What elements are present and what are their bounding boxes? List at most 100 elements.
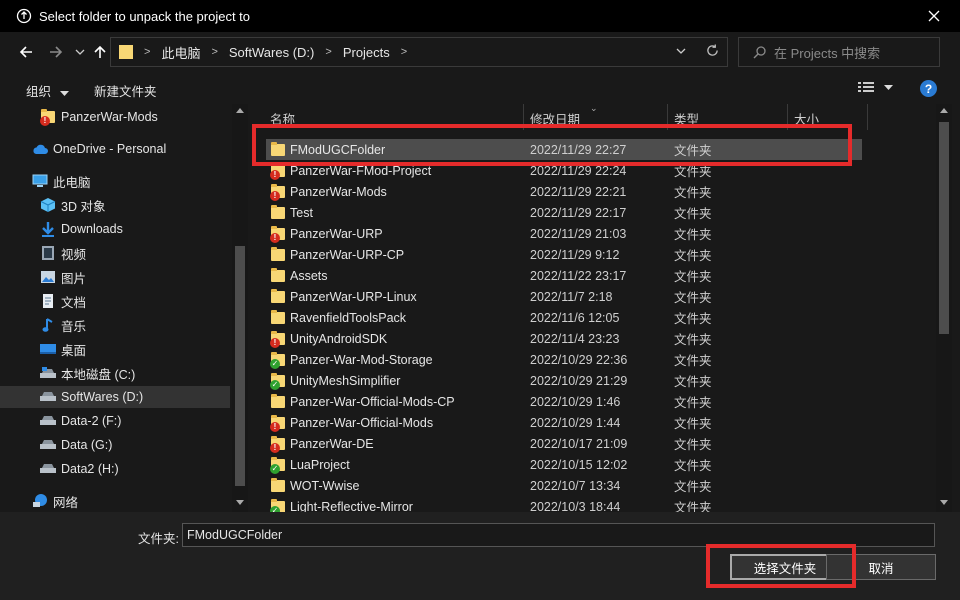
nav-scroll-thumb[interactable] xyxy=(235,246,245,486)
breadcrumb-separator-icon[interactable]: > xyxy=(325,46,331,58)
list-scrollbar[interactable] xyxy=(936,104,952,512)
file-date: 2022/10/7 13:34 xyxy=(530,478,621,493)
pictures-icon xyxy=(40,269,56,285)
table-row[interactable]: Panzer-War-Official-Mods-CP 2022/10/29 1:… xyxy=(266,391,862,412)
table-row[interactable]: PanzerWar-URP-Linux 2022/11/7 2:18 文件夹 xyxy=(266,286,862,307)
file-date: 2022/10/3 18:44 xyxy=(530,499,621,513)
back-icon[interactable] xyxy=(16,42,36,62)
organize-button[interactable]: 组织 xyxy=(26,81,69,100)
select-folder-button[interactable]: 选择文件夹 xyxy=(730,554,840,580)
nav-item-drive-f[interactable]: Data-2 (F:) xyxy=(0,410,230,432)
nav-item-music[interactable]: 音乐 xyxy=(0,314,230,336)
table-row[interactable]: ! PanzerWar-DE 2022/10/17 21:09 文件夹 xyxy=(266,433,862,454)
address-dropdown-icon[interactable] xyxy=(676,48,686,54)
folder-icon xyxy=(270,267,286,284)
scroll-down-icon[interactable] xyxy=(236,500,244,505)
nav-item-documents[interactable]: 文档 xyxy=(0,290,230,312)
file-date: 2022/10/29 1:44 xyxy=(530,415,621,430)
nav-item-network[interactable]: 网络 xyxy=(0,490,230,512)
scroll-down-icon[interactable] xyxy=(940,500,948,505)
table-row[interactable]: ! Panzer-War-Official-Mods 2022/10/29 1:44… xyxy=(266,412,862,433)
file-type: 文件夹 xyxy=(674,459,712,473)
table-row[interactable]: ! PanzerWar-URP 2022/11/29 21:03 文件夹 xyxy=(266,223,862,244)
nav-item-drive-h[interactable]: Data2 (H:) xyxy=(0,458,230,480)
breadcrumb-softwares[interactable]: SoftWares (D:) xyxy=(229,45,314,60)
file-name: FModUGCFolder xyxy=(290,142,386,157)
breadcrumb-projects[interactable]: Projects xyxy=(343,45,390,60)
table-row[interactable]: ✓ Panzer-War-Mod-Storage 2022/10/29 22:36 文… xyxy=(266,349,862,370)
table-row[interactable]: ✓ Light-Reflective-Mirror 2022/10/3 18:44 文… xyxy=(266,496,862,512)
table-row[interactable]: ! PanzerWar-FMod-Project 2022/11/29 22:24 文… xyxy=(266,160,862,181)
nav-item-drive-g[interactable]: Data (G:) xyxy=(0,434,230,456)
command-toolbar: 组织 新建文件夹 ? xyxy=(0,74,960,104)
nav-item-label: 此电脑 xyxy=(53,175,91,190)
table-row[interactable]: ! PanzerWar-Mods 2022/11/29 22:21 文件夹 xyxy=(266,181,862,202)
refresh-icon[interactable] xyxy=(706,44,719,57)
column-divider[interactable] xyxy=(787,104,788,130)
file-date: 2022/11/29 21:03 xyxy=(530,226,627,241)
table-row[interactable]: ! UnityAndroidSDK 2022/11/4 23:23 文件夹 xyxy=(266,328,862,349)
nav-item-drive-d[interactable]: SoftWares (D:) xyxy=(0,386,230,408)
nav-item-pictures[interactable]: 图片 xyxy=(0,266,230,288)
search-input[interactable]: 在 Projects 中搜索 xyxy=(738,37,940,67)
table-row[interactable]: WOT-Wwise 2022/10/7 13:34 文件夹 xyxy=(266,475,862,496)
breadcrumb-this-pc[interactable]: 此电脑 xyxy=(161,43,200,62)
folder-icon xyxy=(270,477,286,494)
nav-item-downloads[interactable]: Downloads xyxy=(0,218,230,240)
nav-item-panzerwar-mods[interactable]: ! PanzerWar-Mods xyxy=(0,106,230,128)
column-header-name[interactable]: 名称 xyxy=(270,109,295,128)
help-icon[interactable]: ? xyxy=(920,80,937,97)
file-type: 文件夹 xyxy=(674,207,712,221)
folder-warning-icon: ! xyxy=(270,414,286,432)
address-bar[interactable]: > 此电脑 > SoftWares (D:) > Projects > xyxy=(110,37,728,67)
file-type: 文件夹 xyxy=(674,165,712,179)
column-header-size[interactable]: 大小 xyxy=(794,109,819,128)
nav-item-onedrive[interactable]: OneDrive - Personal xyxy=(0,138,230,160)
breadcrumb-separator-icon[interactable]: > xyxy=(144,46,150,58)
scroll-up-icon[interactable] xyxy=(940,108,948,113)
up-icon[interactable] xyxy=(90,42,110,62)
folder-icon xyxy=(270,309,286,326)
recent-dropdown-icon[interactable] xyxy=(70,42,90,62)
file-name: PanzerWar-URP xyxy=(290,226,383,241)
table-row[interactable]: ✓ UnityMeshSimplifier 2022/10/29 21:29 文件夹 xyxy=(266,370,862,391)
view-options-button[interactable] xyxy=(858,81,893,93)
folder-warning-icon: ! xyxy=(270,330,286,348)
table-row[interactable]: Assets 2022/11/22 23:17 文件夹 xyxy=(266,265,862,286)
table-row[interactable]: PanzerWar-URP-CP 2022/11/29 9:12 文件夹 xyxy=(266,244,862,265)
nav-item-drive-c[interactable]: 本地磁盘 (C:) xyxy=(0,362,230,384)
new-folder-button[interactable]: 新建文件夹 xyxy=(94,81,157,100)
column-divider[interactable] xyxy=(667,104,668,130)
folder-icon xyxy=(270,288,286,305)
file-type: 文件夹 xyxy=(674,144,712,158)
column-header-type[interactable]: 类型 xyxy=(674,109,699,128)
folder-warning-icon: ! xyxy=(40,109,56,126)
column-divider[interactable] xyxy=(867,104,868,130)
column-divider[interactable] xyxy=(523,104,524,130)
file-type: 文件夹 xyxy=(674,501,712,512)
scroll-up-icon[interactable] xyxy=(236,108,244,113)
computer-icon xyxy=(32,173,48,189)
column-header-date[interactable]: 修改日期 xyxy=(530,109,580,128)
close-icon[interactable] xyxy=(924,6,944,26)
list-scroll-thumb[interactable] xyxy=(939,122,949,334)
breadcrumb-separator-icon[interactable]: > xyxy=(211,46,217,58)
nav-item-this-pc[interactable]: 此电脑 xyxy=(0,170,230,192)
folder-name-input[interactable] xyxy=(182,523,935,547)
file-date: 2022/11/29 22:21 xyxy=(530,184,627,199)
nav-item-desktop[interactable]: 桌面 xyxy=(0,338,230,360)
nav-item-3d-objects[interactable]: 3D 对象 xyxy=(0,194,230,216)
forward-icon[interactable] xyxy=(46,42,66,62)
file-date: 2022/11/29 22:27 xyxy=(530,142,627,157)
nav-item-videos[interactable]: 视频 xyxy=(0,242,230,264)
table-row[interactable]: Test 2022/11/29 22:17 文件夹 xyxy=(266,202,862,223)
table-row[interactable]: ✓ LuaProject 2022/10/15 12:02 文件夹 xyxy=(266,454,862,475)
table-row[interactable]: FModUGCFolder 2022/11/29 22:27 文件夹 xyxy=(266,139,862,160)
cancel-button[interactable]: 取消 xyxy=(826,554,936,580)
file-type: 文件夹 xyxy=(674,249,712,263)
table-row[interactable]: RavenfieldToolsPack 2022/11/6 12:05 文件夹 xyxy=(266,307,862,328)
breadcrumb-separator-icon[interactable]: > xyxy=(401,46,407,58)
view-list-icon xyxy=(858,82,874,92)
nav-scrollbar[interactable] xyxy=(232,104,248,512)
search-placeholder: 在 Projects 中搜索 xyxy=(774,45,881,61)
